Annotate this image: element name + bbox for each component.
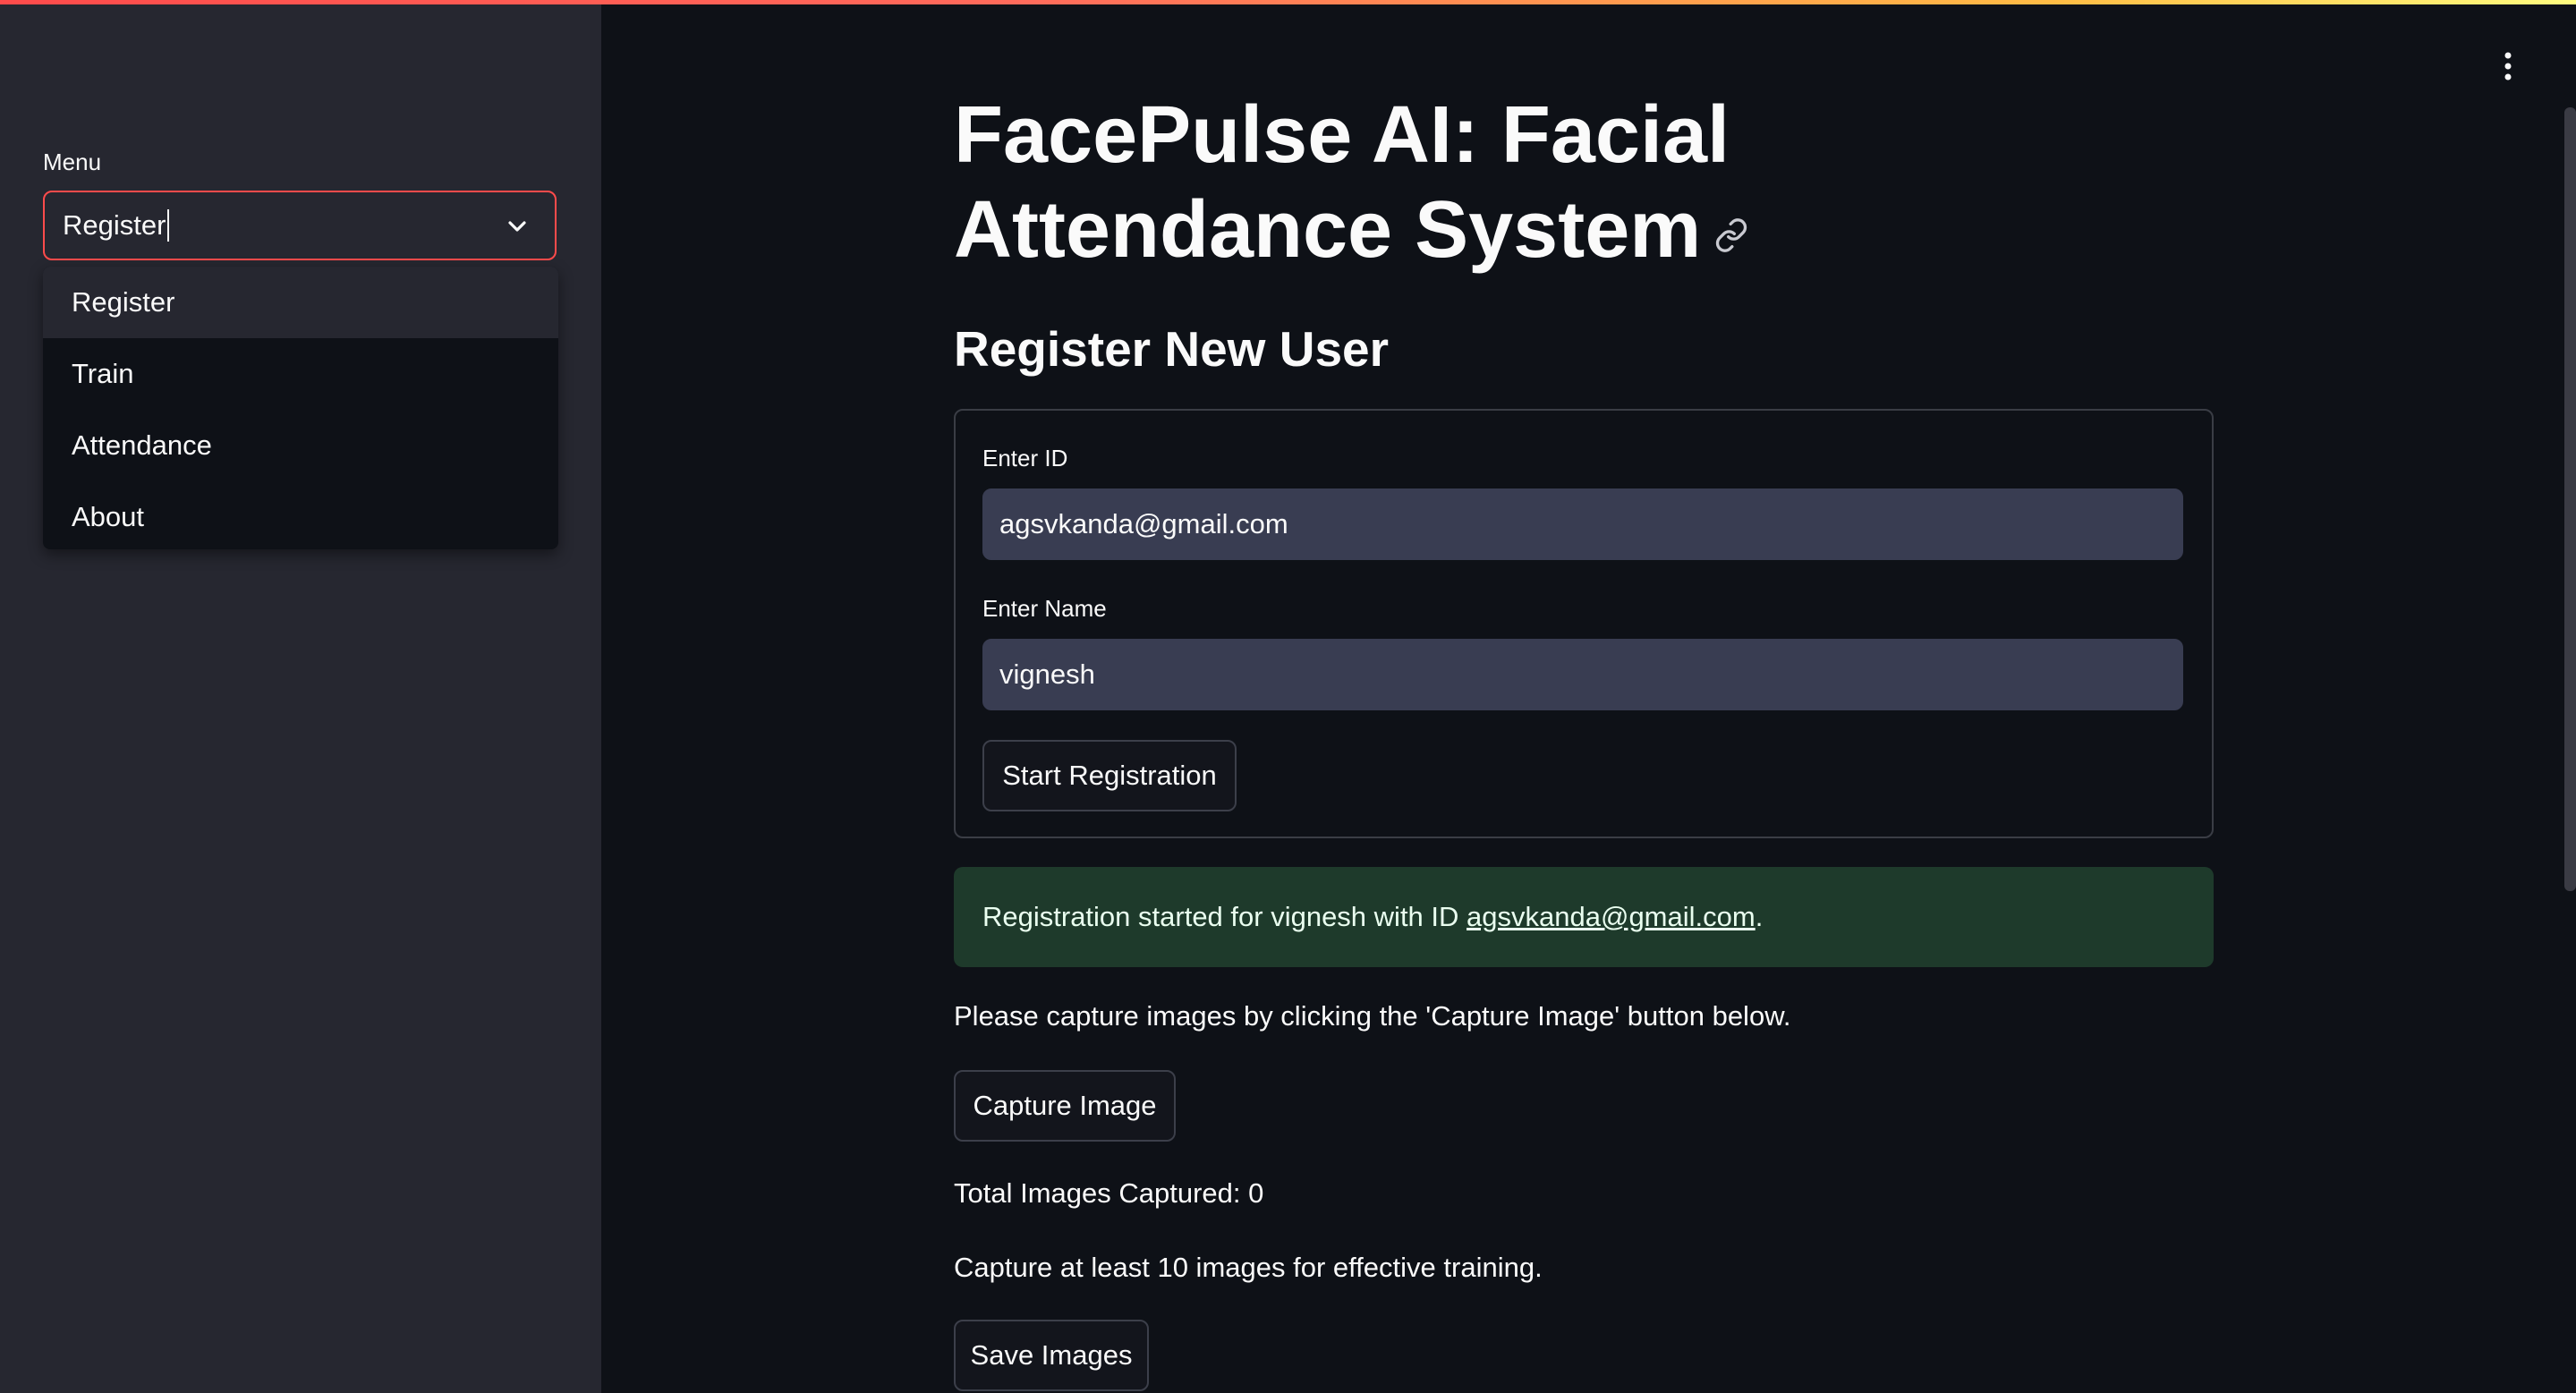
menu-option-attendance[interactable]: Attendance [43, 410, 558, 481]
menu-select[interactable]: Register [43, 191, 557, 260]
success-message-suffix: . [1755, 901, 1764, 932]
page-title-text: FacePulse AI: Facial Attendance System [954, 90, 1730, 275]
id-field-label: Enter ID [982, 445, 1068, 471]
menu-option-register[interactable]: Register [43, 267, 558, 338]
name-input[interactable] [982, 639, 2183, 710]
capture-image-button[interactable]: Capture Image [954, 1070, 1176, 1142]
id-input[interactable] [982, 488, 2183, 560]
registration-form: Enter ID Enter Name Start Registration [954, 409, 2214, 838]
menu-option-train[interactable]: Train [43, 338, 558, 410]
success-alert: Registration started for vignesh with ID… [954, 867, 2214, 967]
menu-option-about[interactable]: About [43, 481, 558, 549]
start-registration-button[interactable]: Start Registration [982, 740, 1237, 811]
scrollbar-thumb[interactable] [2564, 107, 2576, 891]
capture-instruction: Please capture images by clicking the 'C… [954, 1000, 1791, 1032]
top-decoration-bar [0, 0, 2576, 4]
success-message-prefix: Registration started for vignesh with ID [982, 901, 1467, 932]
minimum-images-note: Capture at least 10 images for effective… [954, 1252, 1543, 1283]
link-icon[interactable] [1713, 217, 1749, 253]
kebab-menu-icon[interactable] [2496, 50, 2520, 82]
menu-dropdown: Register Train Attendance About [43, 267, 558, 549]
text-caret [167, 209, 170, 242]
sidebar: Menu Register Register Train Attendance … [0, 0, 601, 1393]
save-images-button[interactable]: Save Images [954, 1320, 1149, 1391]
chevron-down-icon[interactable] [503, 212, 531, 241]
success-email-link[interactable]: agsvkanda@gmail.com [1467, 901, 1756, 933]
name-field-label: Enter Name [982, 595, 1107, 622]
menu-label: Menu [43, 149, 102, 175]
section-title: Register New User [954, 321, 1390, 377]
menu-select-value: Register [63, 209, 166, 241]
page-title: FacePulse AI: Facial Attendance System [954, 88, 2171, 277]
total-captured-text: Total Images Captured: 0 [954, 1177, 1264, 1209]
